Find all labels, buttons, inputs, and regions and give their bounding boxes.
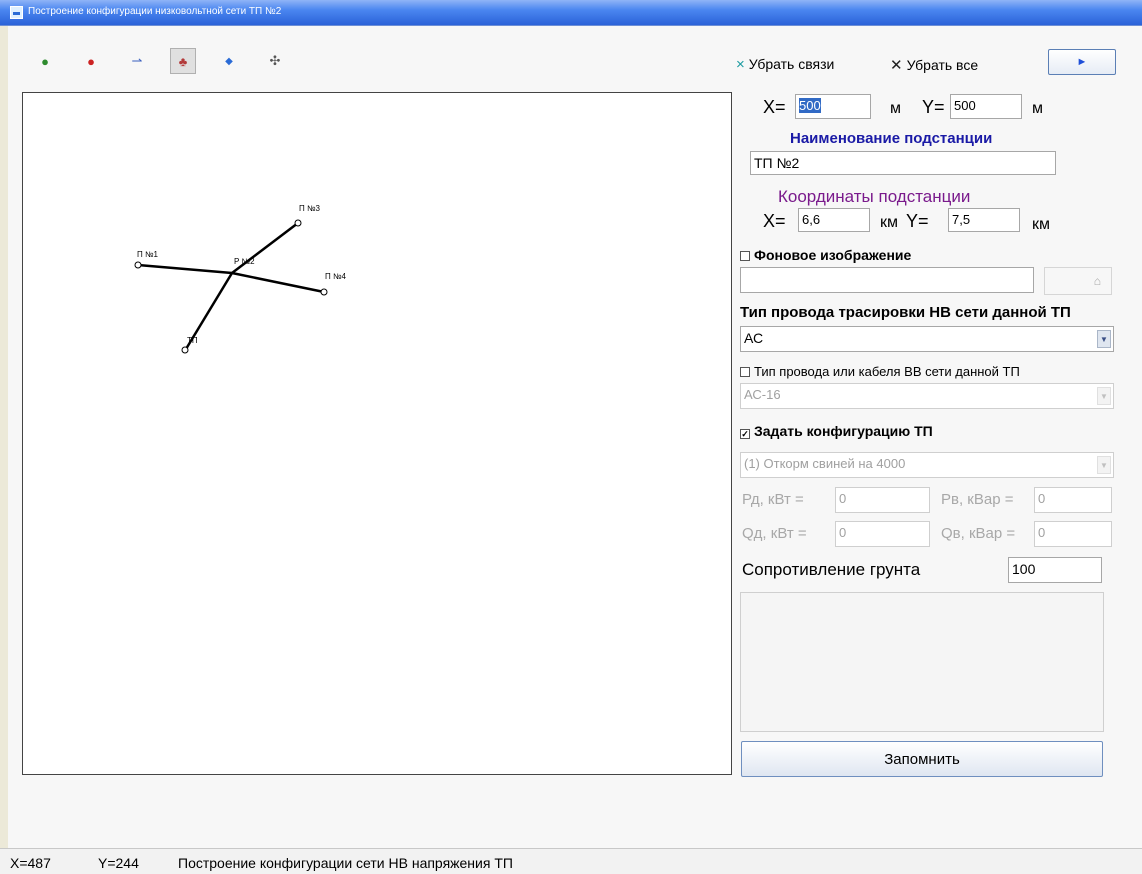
network-tree-button[interactable]: ♣ <box>170 48 196 74</box>
background-path-input[interactable] <box>740 267 1034 293</box>
qv-label: Qв, кВар = <box>941 525 1016 542</box>
node-p3-marker[interactable] <box>294 219 302 227</box>
green-node-button[interactable]: ● <box>32 48 58 74</box>
hv-wire-checkbox[interactable]: Тип провода или кабеля ВВ сети данной ТП <box>740 364 1020 379</box>
remove-links-button[interactable]: × Убрать связи <box>736 56 834 73</box>
qd-input[interactable]: 0 <box>835 521 930 547</box>
config-checkbox[interactable]: ✓ Задать конфигурацию ТП <box>740 423 933 439</box>
browse-image-button[interactable]: ⌂ <box>1044 267 1112 295</box>
edge-p1-r2 <box>137 263 233 275</box>
connect-lines-icon: ⇀ <box>131 53 143 68</box>
status-bar: X=487 Y=244 Построение конфигурации сети… <box>0 848 1142 874</box>
node-p3-label: П №3 <box>299 204 321 213</box>
x-icon: ✕ <box>890 57 903 74</box>
node-p4-marker[interactable] <box>320 288 328 296</box>
config-select[interactable]: (1) Откорм свиней на 4000 ▼ <box>740 452 1114 478</box>
cross-icon: × <box>736 56 745 73</box>
x-input[interactable]: 500 <box>795 94 871 119</box>
blue-diamond-button[interactable]: ◆ <box>216 48 242 74</box>
coord-x-input[interactable]: 6,6 <box>798 208 870 232</box>
red-node-button[interactable]: ● <box>78 48 104 74</box>
pv-label: Рв, кВар = <box>941 491 1014 508</box>
config-label: Задать конфигурацию ТП <box>754 423 933 439</box>
coord-x-label: X= <box>763 211 786 231</box>
app-icon <box>10 6 23 19</box>
network-tree-icon: ♣ <box>178 53 188 69</box>
hv-wire-label: Тип провода или кабеля ВВ сети данной ТП <box>754 364 1020 379</box>
node-tp-marker[interactable] <box>181 346 189 354</box>
y-unit-label: м <box>1032 100 1043 117</box>
folder-open-icon: ⌂ <box>1093 274 1101 288</box>
x-label: X= <box>763 97 786 117</box>
red-node-icon: ● <box>87 53 95 69</box>
play-button[interactable]: ► <box>1048 49 1116 75</box>
title-bar: Построение конфигурации низковольтной се… <box>0 0 1142 26</box>
pd-label: Рд, кВт = <box>742 491 804 508</box>
edge-r2-p4 <box>231 271 325 294</box>
pv-input[interactable]: 0 <box>1034 487 1112 513</box>
soil-resistance-label: Сопротивление грунта <box>742 560 921 579</box>
substation-name-label: Наименование подстанции <box>790 130 993 147</box>
node-p1-label: П №1 <box>137 250 159 259</box>
remove-all-button[interactable]: ✕ Убрать все <box>890 56 978 74</box>
coord-x-unit: км <box>880 214 898 231</box>
background-image-checkbox[interactable]: Фоновое изображение <box>740 247 911 263</box>
background-image-label: Фоновое изображение <box>754 247 912 263</box>
coord-y-input[interactable]: 7,5 <box>948 208 1020 232</box>
pd-input[interactable]: 0 <box>835 487 930 513</box>
move-icon: ✣ <box>269 53 281 68</box>
coord-y-unit: км <box>1032 216 1050 233</box>
checkbox-unchecked-icon <box>740 367 750 377</box>
connect-lines-button[interactable]: ⇀ <box>124 48 150 74</box>
substation-name-input[interactable]: ТП №2 <box>750 151 1056 175</box>
green-node-icon: ● <box>41 53 49 69</box>
drawing-canvas[interactable]: П №1 Р №2 П №3 П №4 ТП <box>22 92 732 775</box>
hv-wire-select[interactable]: АС-16 ▼ <box>740 383 1114 409</box>
move-button[interactable]: ✣ <box>262 48 288 74</box>
remove-all-label: Убрать все <box>906 57 979 73</box>
node-r2-label: Р №2 <box>234 257 255 266</box>
chevron-down-icon: ▼ <box>1097 387 1111 405</box>
y-input[interactable]: 500 <box>950 94 1022 119</box>
info-box <box>740 592 1104 732</box>
wire-type-select[interactable]: АС ▼ <box>740 326 1114 352</box>
coords-label: Координаты подстанции <box>778 187 971 206</box>
checkbox-checked-icon: ✓ <box>740 429 750 439</box>
soil-resistance-input[interactable]: 100 <box>1008 557 1102 583</box>
x-unit-label: м <box>890 100 901 117</box>
chevron-down-icon: ▼ <box>1097 456 1111 474</box>
coord-y-label: Y= <box>906 211 929 231</box>
save-button[interactable]: Запомнить <box>741 741 1103 777</box>
remove-links-label: Убрать связи <box>748 56 835 72</box>
network-diagram: П №1 Р №2 П №3 П №4 ТП <box>134 204 347 354</box>
chevron-down-icon: ▼ <box>1097 330 1111 348</box>
window-title: Построение конфигурации низковольтной се… <box>28 6 282 17</box>
checkbox-unchecked-icon <box>740 251 750 261</box>
qv-input[interactable]: 0 <box>1034 521 1112 547</box>
node-p4-label: П №4 <box>325 272 347 281</box>
blue-diamond-icon: ◆ <box>225 55 233 67</box>
y-label: Y= <box>922 97 945 117</box>
node-tp-label: ТП <box>187 336 198 345</box>
status-y: Y=244 <box>98 855 139 871</box>
save-label: Запомнить <box>884 750 960 768</box>
play-icon: ► <box>1076 56 1088 68</box>
qd-label: Qд, кВт = <box>742 525 807 542</box>
status-x: X=487 <box>10 855 51 871</box>
node-p1-marker[interactable] <box>134 261 142 269</box>
wire-type-label: Тип провода трасировки НВ сети данной ТП <box>740 304 1071 321</box>
status-text: Построение конфигурации сети НВ напряжен… <box>178 855 513 871</box>
